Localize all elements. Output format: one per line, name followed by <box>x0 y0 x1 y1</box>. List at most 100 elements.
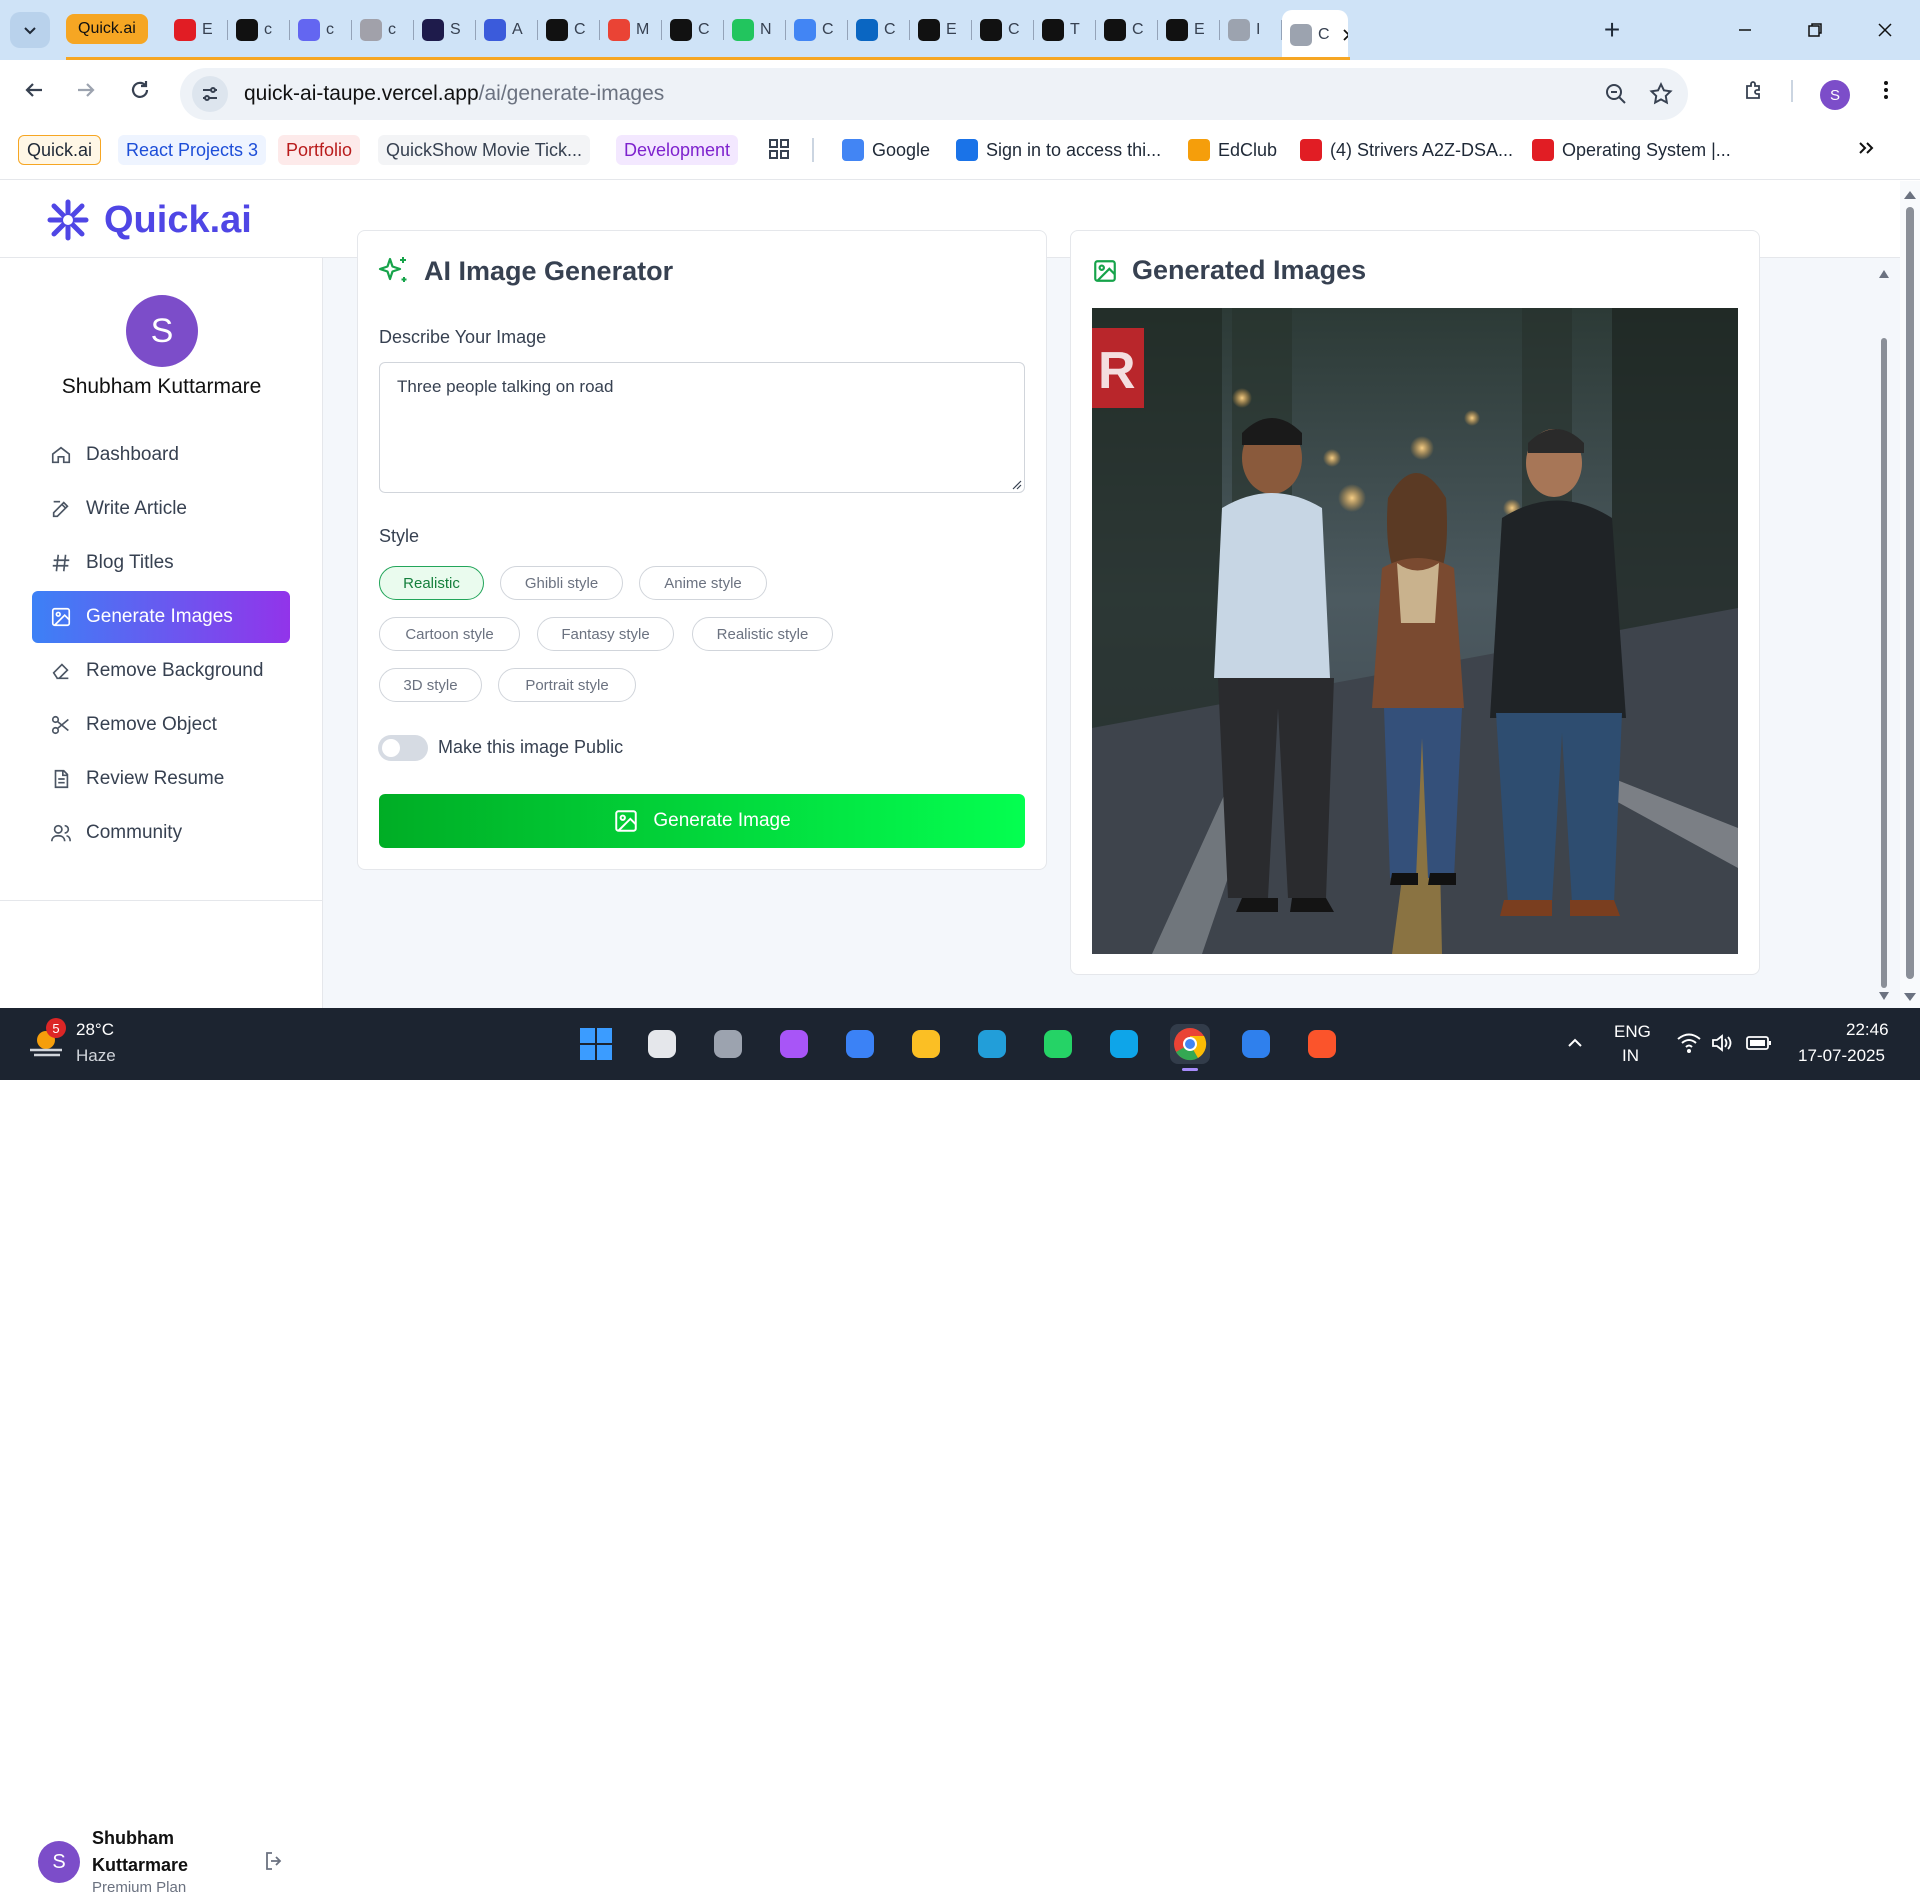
address-bar[interactable]: quick-ai-taupe.vercel.app/ai/generate-im… <box>180 68 1688 120</box>
page-scrollbar-track <box>1904 191 1916 1001</box>
lang-top[interactable]: ENG <box>1614 1022 1651 1042</box>
tab-item[interactable]: c <box>352 12 410 48</box>
chrome-icon[interactable] <box>1170 1024 1210 1064</box>
a-logo-icon <box>236 19 258 41</box>
generate-image-button[interactable]: Generate Image <box>379 794 1025 848</box>
bookmark-item[interactable]: Sign in to access thi... <box>948 135 1169 165</box>
style-chip[interactable]: Portrait style <box>498 668 636 702</box>
sidebar-item-blog-titles[interactable]: Blog Titles <box>32 537 290 589</box>
clock-app-icon[interactable] <box>708 1024 748 1064</box>
style-chip[interactable]: Realistic <box>379 566 484 600</box>
close-tab-icon[interactable] <box>1342 28 1348 42</box>
tab-item[interactable]: C <box>662 12 720 48</box>
volume-icon[interactable] <box>1710 1032 1734 1054</box>
page-scrollbar[interactable] <box>1900 181 1920 1008</box>
sidebar-item-remove-background[interactable]: Remove Background <box>32 645 290 697</box>
windows-start-icon[interactable] <box>576 1024 616 1064</box>
wifi-icon[interactable] <box>1676 1032 1702 1054</box>
logout-icon[interactable] <box>262 1849 286 1873</box>
vscode-icon[interactable] <box>1236 1024 1276 1064</box>
sidebar-item-review-resume[interactable]: Review Resume <box>32 753 290 805</box>
resize-handle-icon[interactable] <box>1010 478 1022 490</box>
tab-item[interactable]: I <box>1220 12 1278 48</box>
tab-item[interactable]: S <box>414 12 472 48</box>
tab-item[interactable]: C <box>848 12 906 48</box>
style-chip[interactable]: Fantasy style <box>537 617 674 651</box>
lang-bottom[interactable]: IN <box>1622 1046 1639 1066</box>
task-view-icon[interactable] <box>642 1024 682 1064</box>
forward-button[interactable] <box>66 72 106 108</box>
whatsapp-icon[interactable] <box>1038 1024 1078 1064</box>
bookmark-star-icon[interactable] <box>1648 81 1674 107</box>
style-chip[interactable]: Cartoon style <box>379 617 520 651</box>
sidebar-item-dashboard[interactable]: Dashboard <box>32 429 290 481</box>
style-chip[interactable]: Realistic style <box>692 617 833 651</box>
tab-item[interactable]: E <box>910 12 968 48</box>
tab-item[interactable]: c <box>290 12 348 48</box>
sidebar-user-name: Shubham Kuttarmare <box>61 375 262 398</box>
public-toggle[interactable] <box>378 735 428 761</box>
sidebar-item-community[interactable]: Community <box>32 807 290 859</box>
bookmark-item[interactable]: Quick.ai <box>18 135 102 165</box>
restore-button[interactable] <box>1792 12 1838 48</box>
style-chip[interactable]: Anime style <box>639 566 767 600</box>
more-bookmarks-icon[interactable] <box>1856 138 1876 158</box>
tab-item[interactable]: C <box>1096 12 1154 48</box>
weather-widget[interactable]: 5 <box>26 1018 66 1062</box>
telegram-icon[interactable] <box>972 1024 1012 1064</box>
bookmark-item[interactable]: (4) Strivers A2Z-DSA... <box>1292 135 1521 165</box>
minimize-button[interactable] <box>1722 12 1768 48</box>
tab-item[interactable]: T <box>1034 12 1092 48</box>
clock-date[interactable]: 17-07-2025 <box>1798 1046 1885 1066</box>
tab-item[interactable]: E <box>1158 12 1216 48</box>
bookmark-item[interactable]: Portfolio <box>278 135 361 165</box>
edge-icon[interactable] <box>1104 1024 1144 1064</box>
sidebar-item-generate-images[interactable]: Generate Images <box>32 591 290 643</box>
tab-item[interactable]: M <box>600 12 658 48</box>
copilot-icon[interactable] <box>774 1024 814 1064</box>
tab-item[interactable]: c <box>228 12 286 48</box>
apps-grid-icon[interactable] <box>768 138 790 160</box>
tab-item[interactable]: C <box>786 12 844 48</box>
url-text[interactable]: quick-ai-taupe.vercel.app/ai/generate-im… <box>244 82 664 106</box>
style-chip[interactable]: 3D style <box>379 668 482 702</box>
brave-icon[interactable] <box>1302 1024 1342 1064</box>
tab-item[interactable]: E <box>166 12 224 48</box>
clock-time[interactable]: 22:46 <box>1846 1020 1889 1040</box>
content-scrollbar[interactable] <box>1876 262 1892 1008</box>
todo-icon[interactable] <box>840 1024 880 1064</box>
tray-overflow-icon[interactable] <box>1566 1034 1584 1052</box>
battery-icon[interactable] <box>1746 1034 1772 1052</box>
bookmark-item[interactable]: EdClub <box>1180 135 1285 165</box>
prompt-textarea[interactable]: Three people talking on road <box>379 362 1025 493</box>
tab-quickai[interactable]: Quick.ai <box>66 14 148 44</box>
bookmark-item[interactable]: Development <box>616 135 739 165</box>
zoom-icon[interactable] <box>1604 82 1628 106</box>
sidebar-item-write-article[interactable]: Write Article <box>32 483 290 535</box>
tab-item[interactable]: N <box>724 12 782 48</box>
bookmark-item[interactable]: Operating System |... <box>1524 135 1739 165</box>
extensions-button[interactable] <box>1734 72 1774 108</box>
file-explorer-icon[interactable] <box>906 1024 946 1064</box>
reload-icon <box>131 81 149 98</box>
tab-search-button[interactable] <box>10 12 50 48</box>
browser-menu-button[interactable] <box>1866 72 1906 108</box>
close-window-button[interactable] <box>1862 12 1908 48</box>
new-tab-button[interactable]: + <box>1592 12 1632 48</box>
profile-avatar[interactable]: S <box>1820 80 1850 110</box>
site-info-button[interactable] <box>192 76 228 112</box>
tab-item[interactable]: C <box>972 12 1030 48</box>
footer-avatar[interactable]: S <box>38 1841 80 1883</box>
bookmark-item[interactable]: Google <box>834 135 938 165</box>
back-button[interactable] <box>14 72 54 108</box>
style-chip[interactable]: Ghibli style <box>500 566 623 600</box>
app-logo[interactable]: Quick.ai <box>42 198 252 242</box>
sidebar-item-remove-object[interactable]: Remove Object <box>32 699 290 751</box>
tab-item[interactable]: A <box>476 12 534 48</box>
tab-active[interactable]: C <box>1282 10 1348 60</box>
bookmark-item[interactable]: QuickShow Movie Tick... <box>378 135 591 165</box>
reload-button[interactable] <box>120 72 160 108</box>
generated-image[interactable]: R <box>1092 308 1738 954</box>
tab-item[interactable]: C <box>538 12 596 48</box>
bookmark-item[interactable]: React Projects 3 <box>118 135 267 165</box>
